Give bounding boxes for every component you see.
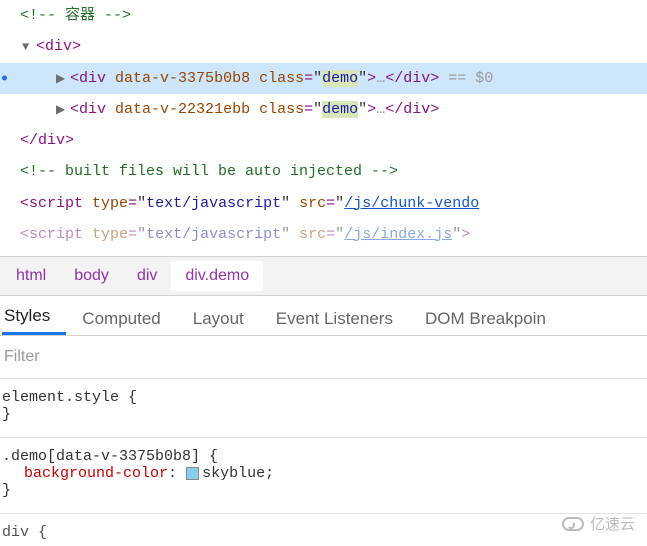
styles-rules: element.style { } .demo[data-v-3375b0b8]… bbox=[0, 379, 647, 541]
attr-value-link[interactable]: /js/index.js bbox=[344, 226, 452, 243]
watermark: 亿速云 bbox=[562, 513, 635, 534]
script-node[interactable]: <script type="text/javascript" src="/js/… bbox=[0, 188, 647, 219]
rule-element-style[interactable]: element.style { } bbox=[0, 379, 647, 438]
tag-name: script bbox=[29, 226, 83, 243]
tab-dom-breakpoints[interactable]: DOM Breakpoin bbox=[423, 301, 562, 335]
devtools-tabs: Styles Computed Layout Event Listeners D… bbox=[0, 296, 647, 336]
comment-node[interactable]: <!-- built files will be auto injected -… bbox=[0, 156, 647, 187]
attr-name: data-v-3375b0b8 bbox=[115, 70, 250, 87]
tag-name: div bbox=[79, 101, 106, 118]
attr-value: text/javascript bbox=[146, 195, 281, 212]
tag-bracket: < bbox=[36, 38, 45, 55]
rule-cutoff: div { bbox=[0, 514, 647, 541]
tag-name: div bbox=[79, 70, 106, 87]
comment-text: <!-- 容器 --> bbox=[20, 7, 131, 24]
rule-close: } bbox=[2, 406, 643, 423]
tab-event-listeners[interactable]: Event Listeners bbox=[274, 301, 409, 335]
rule-close: } bbox=[2, 482, 643, 499]
comment-node[interactable]: <!-- 容器 --> bbox=[0, 0, 647, 31]
ellipsis[interactable]: … bbox=[376, 70, 385, 87]
script-node-cut[interactable]: <script type="text/javascript" src="/js/… bbox=[0, 219, 647, 250]
open-tag-div[interactable]: ▼<div> bbox=[0, 31, 647, 62]
crumb-body[interactable]: body bbox=[60, 261, 123, 291]
attr-name: class bbox=[259, 101, 304, 118]
attr-name: src bbox=[299, 195, 326, 212]
rule-selector: .demo[data-v-3375b0b8] { bbox=[2, 448, 643, 465]
filter-placeholder: Filter bbox=[4, 348, 40, 365]
css-property-name: background-color bbox=[24, 465, 168, 482]
selection-dot-icon bbox=[2, 76, 7, 81]
cloud-icon bbox=[562, 517, 584, 531]
attr-name: type bbox=[92, 226, 128, 243]
selected-indicator: == $0 bbox=[448, 70, 493, 87]
dom-node[interactable]: ▶<div data-v-22321ebb class="demo">…</di… bbox=[0, 94, 647, 125]
tab-styles[interactable]: Styles bbox=[2, 298, 66, 335]
watermark-text: 亿速云 bbox=[590, 513, 635, 534]
attr-value: demo bbox=[322, 101, 358, 118]
crumb-div-demo[interactable]: div.demo bbox=[171, 261, 263, 291]
dom-node-selected[interactable]: ▶<div data-v-3375b0b8 class="demo">…</di… bbox=[0, 63, 647, 94]
css-property-value: skyblue bbox=[202, 465, 265, 482]
attr-name: data-v-22321ebb bbox=[115, 101, 250, 118]
css-declaration[interactable]: background-color: skyblue; bbox=[2, 465, 643, 482]
expand-arrow-right-icon[interactable]: ▶ bbox=[56, 70, 70, 89]
ellipsis[interactable]: … bbox=[376, 101, 385, 118]
rule-selector: div { bbox=[2, 524, 643, 541]
tag-name: div bbox=[45, 38, 72, 55]
attr-name: type bbox=[92, 195, 128, 212]
attr-value: demo bbox=[322, 70, 358, 87]
close-tag-div[interactable]: </div> bbox=[0, 125, 647, 156]
styles-filter-row[interactable]: Filter bbox=[0, 336, 647, 379]
attr-value: text/javascript bbox=[146, 226, 281, 243]
crumb-div[interactable]: div bbox=[123, 261, 171, 291]
attr-name: src bbox=[299, 226, 326, 243]
breadcrumb: html body div div.demo bbox=[0, 256, 647, 296]
tab-computed[interactable]: Computed bbox=[80, 301, 176, 335]
tab-layout[interactable]: Layout bbox=[191, 301, 260, 335]
crumb-html[interactable]: html bbox=[2, 261, 60, 291]
expand-arrow-right-icon[interactable]: ▶ bbox=[56, 101, 70, 120]
tag-bracket: > bbox=[72, 38, 81, 55]
tag-name: div bbox=[38, 132, 65, 149]
rule-demo-scoped[interactable]: .demo[data-v-3375b0b8] { background-colo… bbox=[0, 438, 647, 514]
expand-arrow-down-icon[interactable]: ▼ bbox=[22, 38, 36, 57]
attr-value-link[interactable]: /js/chunk-vendo bbox=[344, 195, 479, 212]
tag-name: script bbox=[29, 195, 83, 212]
rule-selector: element.style { bbox=[2, 389, 643, 406]
dom-tree-panel: <!-- 容器 --> ▼<div> ▶<div data-v-3375b0b8… bbox=[0, 0, 647, 256]
attr-name: class bbox=[259, 70, 304, 87]
color-swatch-icon[interactable] bbox=[186, 467, 199, 480]
comment-text: <!-- built files will be auto injected -… bbox=[20, 163, 398, 180]
